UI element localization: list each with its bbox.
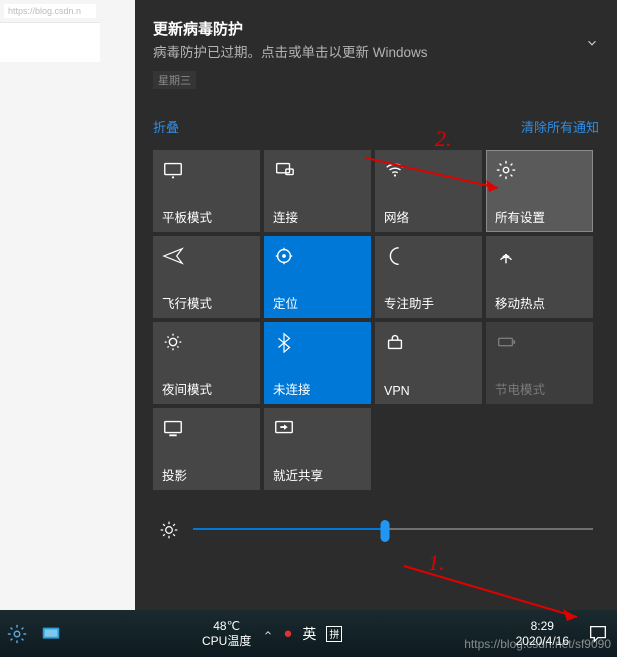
tile-label: 投影 — [162, 465, 187, 484]
taskbar-left — [0, 623, 62, 645]
tile-label: 夜间模式 — [162, 379, 212, 398]
bluetooth-icon — [273, 331, 295, 353]
tile-label: 飞行模式 — [162, 293, 212, 312]
slider-thumb[interactable] — [381, 520, 390, 542]
cpu-temp-label: CPU温度 — [202, 634, 251, 649]
tile-label: 未连接 — [273, 379, 311, 398]
moon-icon — [384, 245, 406, 267]
slider-fill — [193, 528, 385, 530]
clock-time: 8:29 — [516, 619, 569, 634]
brightness-icon — [159, 520, 179, 540]
notification-card[interactable]: 更新病毒防护 病毒防护已过期。点击或单击以更新 Windows 星期三 — [153, 18, 599, 89]
battery-icon — [495, 331, 517, 353]
brightness-row — [153, 518, 599, 560]
ime-language-indicator[interactable]: 英 — [302, 624, 316, 644]
browser-page-blank — [0, 22, 100, 62]
tile-label: 节电模式 — [495, 379, 545, 398]
notification-title: 更新病毒防护 — [153, 18, 599, 39]
ime-mode-indicator[interactable]: 拼 — [326, 626, 342, 642]
chevron-up-icon[interactable] — [263, 627, 273, 641]
notification-date: 星期三 — [153, 71, 196, 89]
action-center-panel: 更新病毒防护 病毒防护已过期。点击或单击以更新 Windows 星期三 折叠 清… — [135, 0, 617, 610]
tile-label: 定位 — [273, 293, 298, 312]
tile-all-settings[interactable]: 所有设置 — [486, 150, 593, 232]
connect-icon — [273, 159, 295, 181]
tile-battery-saver: 节电模式 — [486, 322, 593, 404]
tile-label: 移动热点 — [495, 293, 545, 312]
system-tray: ● 英 拼 — [263, 624, 342, 644]
location-icon — [273, 245, 295, 267]
tile-airplane-mode[interactable]: 飞行模式 — [153, 236, 260, 318]
chevron-down-icon[interactable] — [585, 36, 599, 50]
vpn-icon — [384, 331, 406, 353]
tile-label: 就近共享 — [273, 465, 323, 484]
collapse-link[interactable]: 折叠 — [153, 117, 179, 136]
quick-action-tiles: 平板模式 连接 网络 所有设置飞行模式 定位 专注助手 移动热点夜间模式 未连接 VPN 节电模式… — [153, 150, 599, 490]
cpu-temp-widget[interactable]: 48℃ CPU温度 — [202, 619, 251, 649]
tile-connect[interactable]: 连接 — [264, 150, 371, 232]
tile-project[interactable]: 投影 — [153, 408, 260, 490]
tile-label: VPN — [384, 384, 410, 398]
airplane-icon — [162, 245, 184, 267]
gear-icon — [495, 159, 517, 181]
brightness-slider[interactable] — [193, 518, 593, 542]
tile-label: 专注助手 — [384, 293, 434, 312]
tile-label: 连接 — [273, 207, 298, 226]
hotspot-icon — [495, 245, 517, 267]
nightlight-icon — [162, 331, 184, 353]
tablet-icon — [162, 159, 184, 181]
cpu-temp-value: 48℃ — [202, 619, 251, 634]
tile-nearby-share[interactable]: 就近共享 — [264, 408, 371, 490]
ime-indicator-icon[interactable]: ● — [283, 625, 292, 642]
watermark: https://blog.csdn.net/sf9090 — [464, 637, 611, 651]
project-icon — [162, 417, 184, 439]
background-browser: https://blog.csdn.n — [0, 0, 135, 610]
notification-body: 病毒防护已过期。点击或单击以更新 Windows — [153, 43, 599, 63]
tile-vpn[interactable]: VPN — [375, 322, 482, 404]
wifi-icon — [384, 159, 406, 181]
tile-bluetooth[interactable]: 未连接 — [264, 322, 371, 404]
tile-location[interactable]: 定位 — [264, 236, 371, 318]
tile-label: 所有设置 — [495, 207, 545, 226]
tile-tablet-mode[interactable]: 平板模式 — [153, 150, 260, 232]
tile-label: 网络 — [384, 207, 409, 226]
share-icon — [273, 417, 295, 439]
task-manager-icon[interactable] — [40, 623, 62, 645]
tile-hotspot[interactable]: 移动热点 — [486, 236, 593, 318]
tile-label: 平板模式 — [162, 207, 212, 226]
tile-night-light[interactable]: 夜间模式 — [153, 322, 260, 404]
tile-focus-assist[interactable]: 专注助手 — [375, 236, 482, 318]
tile-network[interactable]: 网络 — [375, 150, 482, 232]
settings-app-icon[interactable] — [6, 623, 28, 645]
action-links-row: 折叠 清除所有通知 — [153, 117, 599, 136]
browser-url-fragment: https://blog.csdn.n — [4, 4, 96, 18]
clear-all-link[interactable]: 清除所有通知 — [521, 117, 599, 136]
